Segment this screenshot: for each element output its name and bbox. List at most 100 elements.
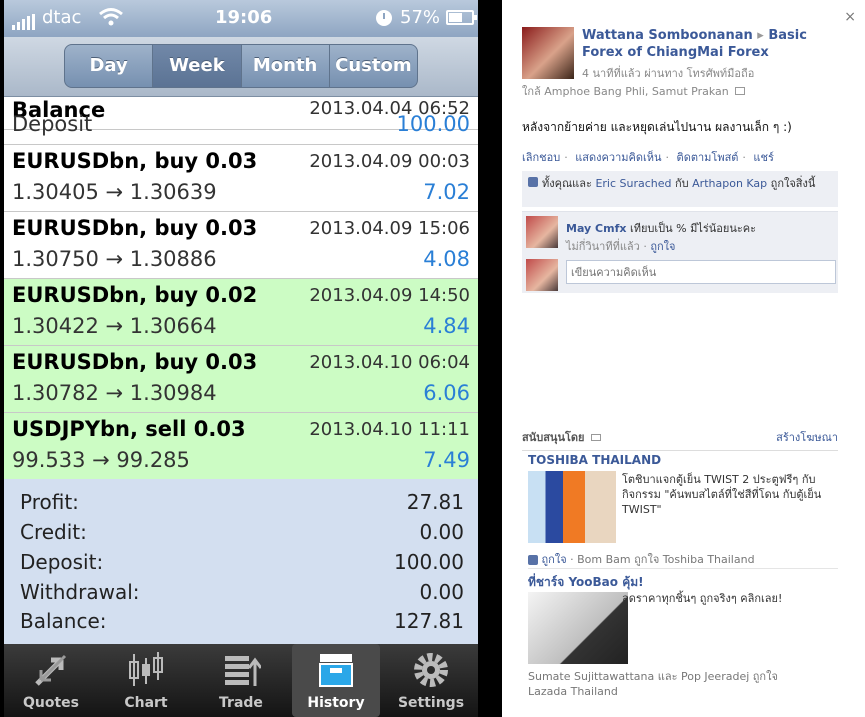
post-header: Wattana Somboonanan ▸ Basic Forex of Chi… — [582, 27, 844, 61]
comment-text: เทียบเป็น % มีไร่น้อยนะคะ — [629, 222, 757, 235]
quotes-icon — [35, 654, 67, 686]
tab-label: Settings — [397, 695, 465, 711]
tab-trade[interactable]: Trade — [197, 644, 285, 717]
summary-value: 100.00 — [394, 550, 464, 574]
phone-screen: dtac 19:06 57% Day Week Month Custom Bal… — [0, 0, 482, 717]
alarm-clock-icon — [376, 10, 392, 26]
summary-value: 0.00 — [419, 520, 464, 544]
trade-row[interactable]: USDJPYbn, sell 0.03 2013.04.10 11:11 99.… — [4, 413, 478, 479]
avatar[interactable] — [526, 216, 558, 248]
summary-label: Deposit: — [20, 550, 104, 574]
trade-date: 2013.04.10 06:04 — [309, 352, 470, 373]
comment-item: May Cmfx เทียบเป็น % มีไร่น้อยนะคะ ไม่กี… — [522, 211, 838, 255]
trade-title: EURUSDbn, buy 0.03 — [12, 149, 258, 173]
trade-date: 2013.04.09 00:03 — [309, 151, 470, 172]
account-summary: Profit: 27.81 Credit: 0.00 Deposit: 100.… — [4, 479, 478, 644]
ad-title-yoobao[interactable]: ที่ชาร์จ YooBao คุ้ม! — [528, 573, 644, 592]
ad-social-text: · Bom Bam ถูกใจ Toshiba Thailand — [570, 553, 755, 566]
tab-history[interactable]: History — [292, 644, 380, 717]
post-text: หลังจากย้ายค่าย และหยุดเล่นไปนาน ผลงานเล… — [522, 120, 792, 134]
segment-week[interactable]: Week — [153, 45, 242, 87]
comment-like-link[interactable]: ถูกใจ — [650, 240, 675, 253]
close-icon[interactable]: × — [844, 9, 856, 25]
tab-quotes[interactable]: Quotes — [7, 644, 95, 717]
summary-value: 0.00 — [419, 580, 464, 604]
battery-percent: 57% — [400, 7, 441, 28]
trade-profit: 6.06 — [423, 381, 470, 405]
summary-label: Withdrawal: — [20, 580, 140, 604]
history-icon — [319, 654, 353, 687]
comment-composer — [522, 255, 838, 293]
trade-row[interactable]: EURUSDbn, buy 0.03 2013.04.10 06:04 1.30… — [4, 346, 478, 413]
create-ad-link[interactable]: สร้างโฆษณา — [776, 428, 838, 446]
trade-date: 2013.04.09 15:06 — [309, 218, 470, 239]
trade-profit: 7.02 — [423, 180, 470, 204]
period-selector-bar: Day Week Month Custom — [4, 37, 478, 97]
thumbs-up-icon — [528, 555, 538, 565]
likes-mid: กับ — [675, 177, 689, 190]
summary-withdrawal: Withdrawal: 0.00 — [20, 580, 464, 604]
segment-day[interactable]: Day — [65, 45, 154, 87]
trade-title: USDJPYbn, sell 0.03 — [12, 417, 246, 441]
arrow-icon: ▸ — [757, 28, 764, 43]
status-time: 19:06 — [215, 7, 273, 28]
comment-link[interactable]: แสดงความคิดเห็น — [575, 151, 661, 164]
tab-label: History — [307, 695, 365, 711]
tab-chart[interactable]: Chart — [102, 644, 190, 717]
comment-meta: ไม่กี่วินาทีที่แล้ว · ถูกใจ — [566, 240, 676, 253]
liker-link[interactable]: Arthapon Kap — [692, 177, 767, 190]
trade-row[interactable]: EURUSDbn, buy 0.02 2013.04.09 14:50 1.30… — [4, 279, 478, 346]
summary-credit: Credit: 0.00 — [20, 520, 464, 544]
share-link[interactable]: แชร์ — [753, 151, 773, 164]
summary-label: Profit: — [20, 490, 79, 514]
trade-icon — [225, 656, 261, 686]
settings-icon — [414, 653, 448, 687]
trade-profit: 7.49 — [423, 448, 470, 472]
facebook-post-panel: × Wattana Somboonanan ▸ Basic Forex of C… — [502, 0, 865, 717]
trade-row[interactable]: EURUSDbn, buy 0.03 2013.04.09 15:06 1.30… — [4, 212, 478, 279]
ad-like-link[interactable]: ถูกใจ — [542, 553, 567, 566]
author-link[interactable]: Wattana Somboonanan — [582, 28, 753, 43]
ad-image-yoobao[interactable] — [528, 592, 628, 664]
ad-text-yoobao[interactable]: ลดราคาทุกชิ้นๆ ถูกจริงๆ คลิกเลย! — [622, 591, 836, 606]
battery-icon — [446, 10, 477, 25]
tab-label: Trade — [219, 695, 263, 711]
liker-link[interactable]: Eric Surached — [595, 177, 671, 190]
summary-value: 127.81 — [394, 609, 464, 633]
ad-text-toshiba[interactable]: โตชิบาแจกตู้เย็น TWIST 2 ประตูฟรีๆ กับกิ… — [622, 472, 836, 517]
summary-label: Balance: — [20, 609, 107, 633]
history-row-deposit[interactable]: Deposit 100.00 — [4, 97, 478, 145]
tab-settings[interactable]: Settings — [387, 644, 475, 717]
summary-value: 27.81 — [406, 490, 464, 514]
summary-deposit: Deposit: 100.00 — [20, 550, 464, 574]
trade-prices: 99.533 → 99.285 — [12, 448, 190, 472]
summary-profit: Profit: 27.81 — [20, 490, 464, 514]
trade-title: EURUSDbn, buy 0.02 — [12, 283, 258, 307]
commenter-link[interactable]: May Cmfx — [566, 222, 626, 235]
unlike-link[interactable]: เลิกชอบ — [522, 151, 560, 164]
sponsored-label: สนับสนุนโดย — [522, 431, 585, 444]
tab-label: Chart — [124, 695, 168, 711]
deposit-value: 100.00 — [396, 112, 470, 136]
ad-image-toshiba[interactable] — [528, 471, 616, 543]
trade-prices: 1.30782 → 1.30984 — [12, 381, 217, 405]
location-text: ใกล้ Amphoe Bang Phli, Samut Prakan — [522, 85, 729, 98]
avatar[interactable] — [522, 27, 574, 79]
ad-title-toshiba[interactable]: TOSHIBA THAILAND — [528, 453, 661, 467]
trade-row[interactable]: EURUSDbn, buy 0.03 2013.04.09 00:03 1.30… — [4, 145, 478, 212]
likes-bar: ทั้งคุณและ Eric Surached กับ Arthapon Ka… — [522, 171, 838, 207]
segment-month[interactable]: Month — [242, 45, 330, 87]
signal-icon — [12, 9, 37, 30]
trade-profit: 4.08 — [423, 247, 470, 271]
divider — [528, 568, 838, 569]
comment-input[interactable] — [566, 260, 836, 284]
likes-suffix: ถูกใจสิ่งนี้ — [770, 177, 816, 190]
follow-post-link[interactable]: ติดตามโพสต์ — [677, 151, 739, 164]
history-list[interactable]: Balance 2013.04.04 06:52 Deposit 100.00 … — [4, 97, 478, 479]
segment-custom[interactable]: Custom — [330, 45, 417, 87]
tab-bar: Quotes Chart Trade History Settings — [4, 644, 478, 717]
trade-title: EURUSDbn, buy 0.03 — [12, 216, 258, 240]
period-segmented-control: Day Week Month Custom — [64, 44, 418, 88]
post-actions: เลิกชอบ · แสดงความคิดเห็น · ติดตามโพสต์ · แ… — [522, 151, 774, 164]
summary-label: Credit: — [20, 520, 87, 544]
